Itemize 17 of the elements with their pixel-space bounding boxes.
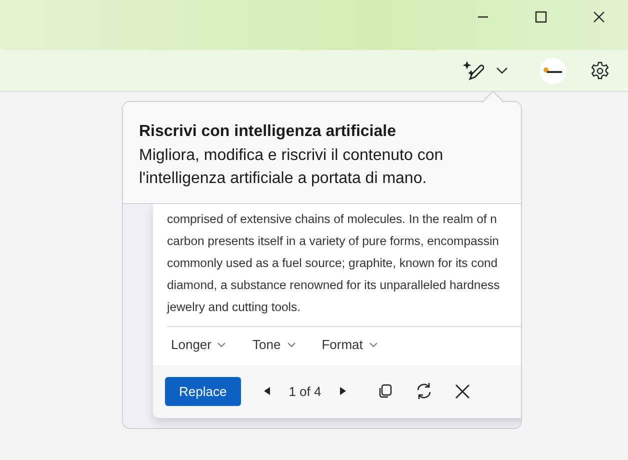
maximize-icon [535, 11, 547, 23]
text-line: comprised of extensive chains of molecules. In the realm of n [167, 211, 498, 228]
option-dropdown[interactable]: Format [318, 333, 382, 356]
text-line: carbon presents itself in a variety of pure forms, encompassin [167, 233, 500, 250]
text-line: diamond, a substance renowned for its unparalleled hardness [167, 277, 501, 294]
text-line: commonly used as a fuel source; graphite, known for its cond [167, 255, 499, 272]
text-line: jewelry and cutting tools. [167, 299, 302, 316]
chevron-down-icon [286, 342, 296, 348]
page-counter: 1 of 4 [288, 382, 322, 400]
option-dropdown[interactable]: Longer [167, 333, 230, 356]
close-icon [593, 11, 605, 23]
replace-button[interactable]: Replace [165, 376, 241, 406]
chevron-down-icon [368, 342, 378, 348]
callout-text: Migliora, modifica e riscrivi il contenuto con l'intelligenza artificiale a portata di mano. [139, 146, 444, 189]
option-dropdown[interactable]: Tone [248, 333, 300, 356]
callout-title: Riscrivi con intelligenza artificiale [139, 122, 397, 142]
chevron-down-icon [217, 342, 226, 348]
